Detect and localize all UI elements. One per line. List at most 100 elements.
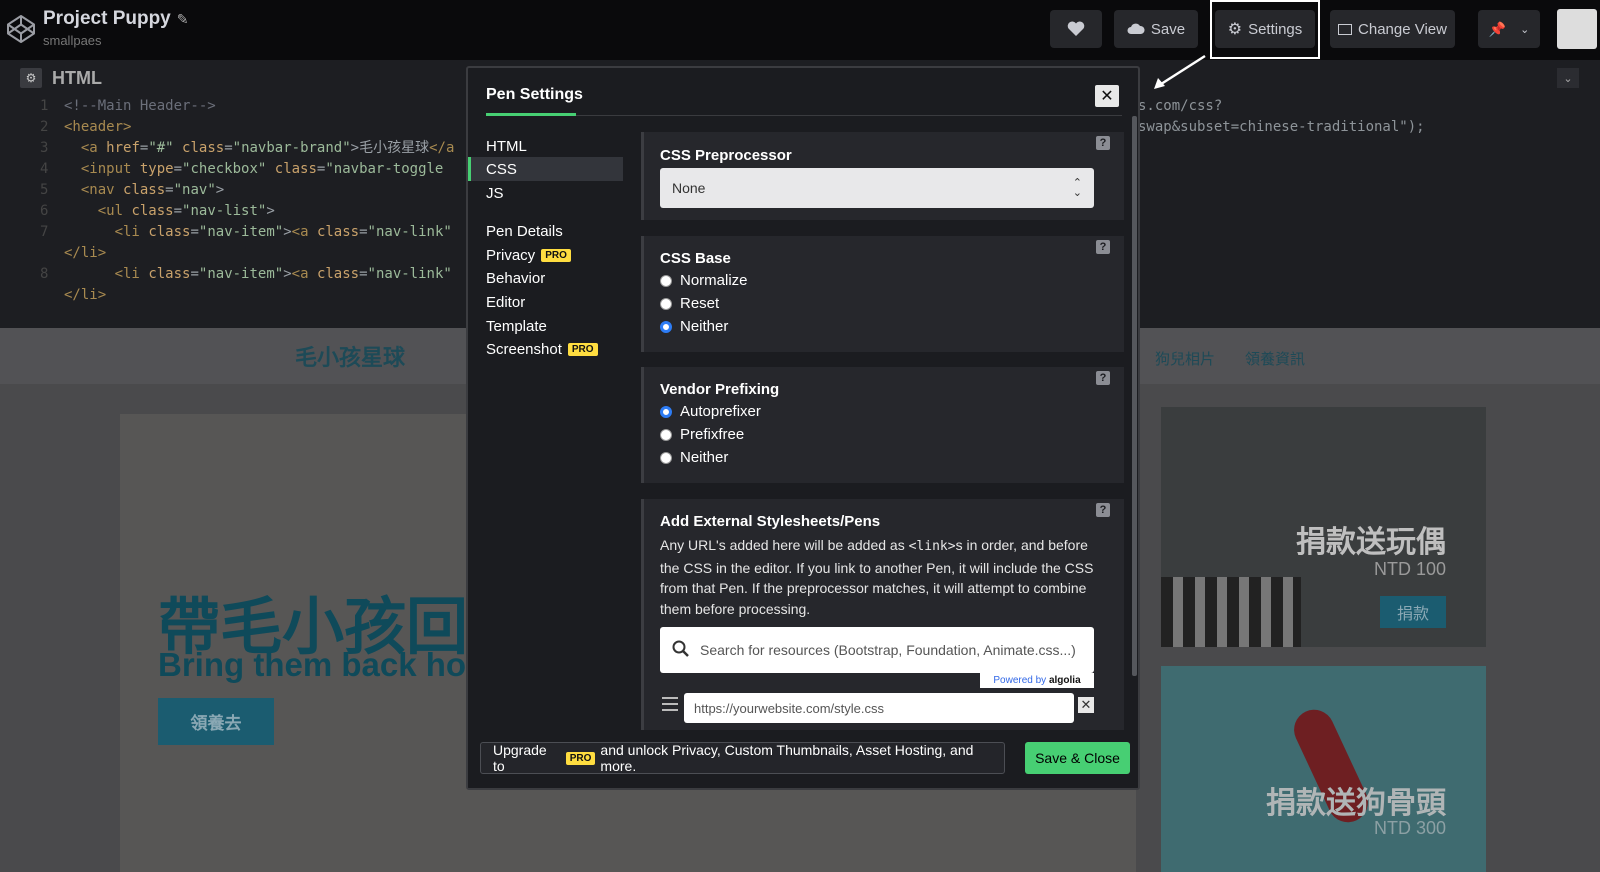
css-preprocessor-select[interactable]: None ⌃ ⌄ <box>660 168 1094 208</box>
layout-icon <box>1338 23 1353 35</box>
pro-badge: PRO <box>565 751 596 765</box>
modal-scrollbar[interactable] <box>1132 116 1137 676</box>
search-icon <box>672 640 689 657</box>
code-line: 1 <!--Main Header--> <box>40 98 216 114</box>
settings-nav-css[interactable]: CSS <box>468 157 623 181</box>
external-url-input[interactable]: https://yourwebsite.com/style.css <box>684 693 1074 723</box>
pin-button[interactable]: 📌 ⌄ <box>1478 10 1540 48</box>
card-price: NTD 300 <box>1373 818 1446 838</box>
nav-label: Screenshot <box>486 340 562 358</box>
close-icon[interactable]: ✕ <box>1095 85 1119 107</box>
heart-icon <box>1067 21 1085 36</box>
codepen-logo-icon[interactable] <box>6 14 36 44</box>
code-line: </li> <box>64 245 107 261</box>
radio-circle-icon[interactable] <box>660 405 672 418</box>
upgrade-text: and unlock Privacy, Custom Thumbnails, A… <box>600 742 974 774</box>
remove-url-close-icon[interactable]: ✕ <box>1078 697 1094 713</box>
preview-nav-link[interactable]: 狗兒相片 <box>1155 348 1215 369</box>
donate-card-bone: 捐款送狗骨頭 NTD 300 <box>1161 666 1486 872</box>
radio-label: Reset <box>680 295 720 312</box>
donate-button[interactable]: 捐款 <box>1380 596 1446 628</box>
code-line: 5 <nav class="nav"> <box>40 182 225 198</box>
preview-brand[interactable]: 毛小孩星球 <box>295 340 405 372</box>
radio-neither[interactable]: Neither <box>660 318 728 335</box>
project-owner[interactable]: smallpaes <box>43 33 102 48</box>
editor-collapse-chevron-icon[interactable]: ⌄ <box>1557 68 1579 88</box>
pro-badge: PRO <box>541 248 571 262</box>
save-close-button[interactable]: Save & Close <box>1025 742 1130 774</box>
upgrade-text: Upgrade to <box>493 742 547 774</box>
algolia-logo: algolia <box>1048 675 1081 686</box>
editor-title: HTML <box>52 67 102 88</box>
search-placeholder: Search for resources (Bootstrap, Foundat… <box>700 642 1076 658</box>
drag-handle-icon[interactable] <box>662 697 678 711</box>
radio-prefixfree[interactable]: Prefixfree <box>660 426 744 443</box>
annotation-arrow-icon <box>1154 54 1206 89</box>
code-line: 2 <header> <box>40 119 132 135</box>
radio-circle-icon[interactable] <box>660 320 672 333</box>
help-icon[interactable]: ? <box>1096 240 1110 254</box>
editor-header: ⚙ HTML <box>20 66 102 90</box>
like-button[interactable] <box>1050 10 1102 48</box>
modal-footer: Upgrade to PRO and unlock Privacy, Custo… <box>468 730 1138 788</box>
change-view-button[interactable]: Change View <box>1330 10 1455 48</box>
upgrade-banner[interactable]: Upgrade to PRO and unlock Privacy, Custo… <box>480 742 1005 774</box>
code-line: </li> <box>64 287 107 303</box>
help-icon[interactable]: ? <box>1096 503 1110 517</box>
save-button[interactable]: Save <box>1114 10 1198 48</box>
help-icon[interactable]: ? <box>1096 136 1110 150</box>
powered-by-text: Powered by <box>993 675 1047 686</box>
vendor-prefixing-section: Vendor Prefixing ? Autoprefixer Prefixfre… <box>641 367 1124 483</box>
code-lines-right[interactable]: s.com/css? swap&subset=chinese-traditiona… <box>1138 96 1425 138</box>
settings-nav-template[interactable]: Template <box>468 314 623 338</box>
settings-nav-pen-details[interactable]: Pen Details <box>468 219 623 243</box>
adopt-button[interactable]: 領養去 <box>158 698 274 745</box>
settings-nav-behavior[interactable]: Behavior <box>468 266 623 290</box>
settings-nav-editor[interactable]: Editor <box>468 290 623 314</box>
algolia-badge[interactable]: Powered by algolia <box>980 673 1094 688</box>
pro-badge: PRO <box>567 342 598 356</box>
settings-nav-privacy[interactable]: Privacy PRO <box>468 243 623 267</box>
radio-circle-icon[interactable] <box>660 428 672 441</box>
radio-reset[interactable]: Reset <box>660 295 719 312</box>
nav-label: Privacy <box>486 246 536 264</box>
nav-label: HTML <box>486 137 527 155</box>
radio-circle-icon[interactable] <box>660 451 672 464</box>
settings-nav-js[interactable]: JS <box>468 181 623 205</box>
settings-highlight-box <box>1210 0 1320 59</box>
preview-nav-link[interactable]: 領養資訊 <box>1245 348 1305 369</box>
chevron-updown-icon: ⌃ ⌄ <box>1072 177 1082 199</box>
code-lines[interactable]: 1 <!--Main Header--> 2 <header> 3 <a href="#… <box>40 96 454 306</box>
help-icon[interactable]: ? <box>1096 371 1110 385</box>
code-line: 3 <a href="#" class="navbar-brand">毛小孩星球… <box>40 140 455 156</box>
settings-nav-html[interactable]: HTML <box>468 134 623 158</box>
radio-circle-icon[interactable] <box>660 297 672 310</box>
nav-label: CSS <box>486 160 517 178</box>
card-cta: 捐款送玩偶 <box>1296 526 1446 559</box>
nav-label: Pen Details <box>486 222 563 240</box>
chevron-down-icon[interactable]: ⌄ <box>1520 23 1529 36</box>
editor-settings-gear-icon[interactable]: ⚙ <box>20 68 42 88</box>
radio-neither[interactable]: Neither <box>660 449 728 466</box>
avatar[interactable] <box>1557 9 1597 49</box>
external-url-row: https://yourwebsite.com/style.css ✕ <box>660 693 1094 723</box>
radio-normalize[interactable]: Normalize <box>660 272 748 289</box>
settings-nav-screenshot[interactable]: Screenshot PRO <box>468 337 623 361</box>
resource-search-input[interactable]: Search for resources (Bootstrap, Foundat… <box>660 627 1094 673</box>
css-base-section: CSS Base ? Normalize Reset Neither <box>641 236 1124 352</box>
nav-label: JS <box>486 184 504 202</box>
edit-pencil-icon[interactable]: ✎ <box>177 11 189 27</box>
nav-label: Template <box>486 317 547 335</box>
radio-autoprefixer[interactable]: Autoprefixer <box>660 403 761 420</box>
card-photo <box>1161 577 1301 647</box>
radio-label: Neither <box>680 318 729 335</box>
section-heading: Add External Stylesheets/Pens <box>660 513 881 530</box>
code-line: swap&subset=chinese-traditional"); <box>1138 119 1425 135</box>
code-line: 7 <li class="nav-item"><a class="nav-lin… <box>40 224 452 240</box>
desc-code: <link> <box>908 539 956 554</box>
radio-label: Neither <box>680 449 729 466</box>
project-title[interactable]: Project Puppy ✎ <box>43 8 188 30</box>
external-description: Any URL's added here will be added as <l… <box>660 535 1100 619</box>
radio-circle-icon[interactable] <box>660 274 672 287</box>
code-line: 8 <li class="nav-item"><a class="nav-lin… <box>40 266 452 282</box>
